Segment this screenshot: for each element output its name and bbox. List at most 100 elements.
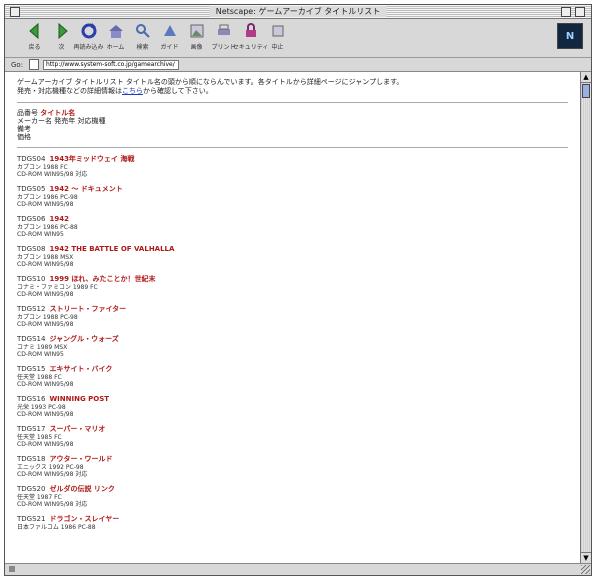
entry-notes: CD-ROM WIN95/98 (17, 321, 74, 328)
entry-notes: CD-ROM WIN95 (17, 351, 64, 358)
list-item: TDGS15 エキサイト・バイク 任天堂 1988 FC CD-ROM WIN95/9… (17, 365, 568, 388)
entry-title-link[interactable]: ストリート・ファイター (49, 305, 126, 313)
list-item: TDGS08 1942 THE BATTLE OF VALHALLA カプコン 19… (17, 245, 568, 268)
guide-icon (163, 25, 176, 36)
entry-details: 任天堂 1988 FC (17, 374, 62, 381)
title-list: TDGS04 1943年ミッドウェイ 海戦 カプコン 1988 FC CD-ROM W… (17, 155, 568, 531)
entry-title-link[interactable]: 1942 ～ ドキュメント (49, 185, 122, 193)
location-bar: Go: (5, 58, 591, 72)
netscape-logo[interactable]: N (557, 23, 583, 49)
entry-notes: CD-ROM WIN95 (17, 231, 64, 238)
entry-notes: CD-ROM WIN95/98 対応 (17, 171, 88, 178)
entry-code: TDGS12 (17, 305, 46, 313)
entry-notes: CD-ROM WIN95/98 (17, 381, 74, 388)
collapse-box[interactable] (575, 7, 585, 17)
search-button[interactable]: 検索 (129, 19, 156, 53)
images-button[interactable]: 画像 (183, 19, 210, 53)
page-content: ゲームアーカイブ タイトルリスト タイトル名の頭から順にならんでいます。各タイト… (5, 72, 580, 563)
list-item: TDGS17 スーパー・マリオ 任天堂 1985 FC CD-ROM WIN95/98 (17, 425, 568, 448)
entry-details: コナミ 1989 MSX (17, 344, 68, 351)
back-button[interactable]: 戻る (21, 19, 48, 53)
entry-notes: CD-ROM WIN95/98 (17, 441, 74, 448)
entry-title-link[interactable]: エキサイト・バイク (49, 365, 112, 373)
navigation-toolbar: 戻る 次 再読み込み ホーム 検索 ガイド 画像 プリント セキュリティ 中止 … (5, 19, 591, 58)
intro-text: ゲームアーカイブ タイトルリスト タイトル名の頭から順にならんでいます。各タイト… (17, 78, 568, 96)
entry-notes: CD-ROM WIN95/98 (17, 201, 74, 208)
list-item: TDGS21 ドラゴン・スレイヤー 日本ファルコム 1986 PC-88 (17, 515, 568, 531)
entry-title-link[interactable]: アウター・ワールド (49, 455, 112, 463)
entry-details: 任天堂 1985 FC (17, 434, 62, 441)
legend-line-2: メーカー名 発売年 対応機種 (17, 117, 106, 125)
entry-code: TDGS10 (17, 275, 46, 283)
legend-code-label: 品番号 (17, 109, 38, 117)
entry-title-link[interactable]: スーパー・マリオ (49, 425, 105, 433)
stop-button[interactable]: 中止 (264, 19, 291, 53)
entry-notes: CD-ROM WIN95/98 対応 (17, 501, 88, 508)
entry-details: 日本ファルコム 1986 PC-88 (17, 524, 96, 531)
entry-title-link[interactable]: ジャングル・ウォーズ (49, 335, 118, 343)
security-icon (245, 23, 256, 37)
page-proxy-icon[interactable] (29, 59, 39, 70)
zoom-box[interactable] (561, 7, 571, 17)
forward-arrow-icon (58, 22, 68, 40)
legend-title: タイトル名 (40, 109, 76, 117)
details-link[interactable]: こちら (122, 87, 143, 95)
separator-top (17, 102, 568, 103)
entry-details: 光栄 1993 PC-98 (17, 404, 66, 411)
entry-title-link[interactable]: ゼルダの伝説 リンク (49, 485, 114, 493)
security-button[interactable]: セキュリティ (233, 19, 268, 53)
vertical-scrollbar[interactable]: ▲ ▼ (580, 72, 591, 563)
url-field[interactable] (43, 59, 179, 70)
list-item: TDGS06 1942 カプコン 1986 PC-88 CD-ROM WIN95 (17, 215, 568, 238)
entry-details: カプコン 1986 PC-98 (17, 194, 78, 201)
list-item: TDGS12 ストリート・ファイター カプコン 1988 PC-98 CD-ROM W… (17, 305, 568, 328)
intro-line-2: 発売・対応機種などの詳細情報はこちらから確認して下さい。 (17, 87, 213, 95)
page-viewport: ゲームアーカイブ タイトルリスト タイトル名の頭から順にならんでいます。各タイト… (5, 71, 591, 563)
forward-button[interactable]: 次 (48, 19, 75, 53)
search-icon (135, 24, 150, 38)
title-bar[interactable]: Netscape: ゲームアーカイブ タイトルリスト (5, 5, 591, 19)
scroll-up-arrow-icon[interactable]: ▲ (581, 72, 591, 83)
entry-details: カプコン 1988 FC (17, 164, 68, 171)
entry-title-link[interactable]: 1942 THE BATTLE OF VALHALLA (49, 245, 174, 253)
guide-button[interactable]: ガイド (156, 19, 183, 53)
intro-line-1: ゲームアーカイブ タイトルリスト タイトル名の頭から順にならんでいます。各タイト… (17, 78, 404, 86)
list-item: TDGS20 ゼルダの伝説 リンク 任天堂 1987 FC CD-ROM WIN95/… (17, 485, 568, 508)
entry-title-link[interactable]: 1999 ほれ、みたことか！世紀末 (49, 275, 155, 283)
entry-details: カプコン 1988 MSX (17, 254, 74, 261)
entry-details: コナミ・ファミコン 1989 FC (17, 284, 98, 291)
security-status-icon[interactable] (9, 566, 15, 572)
entry-code: TDGS18 (17, 455, 46, 463)
entry-details: カプコン 1988 PC-98 (17, 314, 78, 321)
entry-notes: CD-ROM WIN95/98 対応 (17, 471, 88, 478)
entry-title-link[interactable]: 1942 (49, 215, 68, 223)
browser-window: Netscape: ゲームアーカイブ タイトルリスト 戻る 次 再読み込み ホー… (4, 4, 592, 576)
entry-code: TDGS06 (17, 215, 46, 223)
status-bar (5, 563, 591, 575)
window-title: Netscape: ゲームアーカイブ タイトルリスト (209, 6, 387, 17)
scroll-thumb[interactable] (582, 84, 590, 98)
list-item: TDGS18 アウター・ワールド エニックス 1992 PC-98 CD-ROM WI… (17, 455, 568, 478)
entry-title-link[interactable]: 1943年ミッドウェイ 海戦 (49, 155, 134, 163)
entry-details: カプコン 1986 PC-88 (17, 224, 78, 231)
entry-notes: CD-ROM WIN95/98 (17, 411, 74, 418)
entry-notes: CD-ROM WIN95/98 (17, 291, 74, 298)
reload-icon (81, 23, 96, 39)
reload-button[interactable]: 再読み込み (74, 19, 104, 53)
entry-title-link[interactable]: WINNING POST (49, 395, 109, 403)
legend-block: 品番号 タイトル名 メーカー名 発売年 対応機種 備考 価格 (17, 109, 568, 141)
home-button[interactable]: ホーム (102, 19, 129, 53)
legend-line-3: 備考 (17, 125, 31, 133)
close-box[interactable] (10, 7, 20, 17)
resize-grip[interactable] (581, 565, 590, 574)
entry-code: TDGS16 (17, 395, 46, 403)
entry-code: TDGS21 (17, 515, 46, 523)
entry-code: TDGS15 (17, 365, 46, 373)
print-icon (217, 24, 230, 35)
location-label: Go: (11, 60, 24, 69)
entry-title-link[interactable]: ドラゴン・スレイヤー (49, 515, 119, 523)
scroll-down-arrow-icon[interactable]: ▼ (581, 552, 591, 563)
entry-details: エニックス 1992 PC-98 (17, 464, 84, 471)
entry-code: TDGS04 (17, 155, 46, 163)
stop-icon (272, 25, 283, 37)
